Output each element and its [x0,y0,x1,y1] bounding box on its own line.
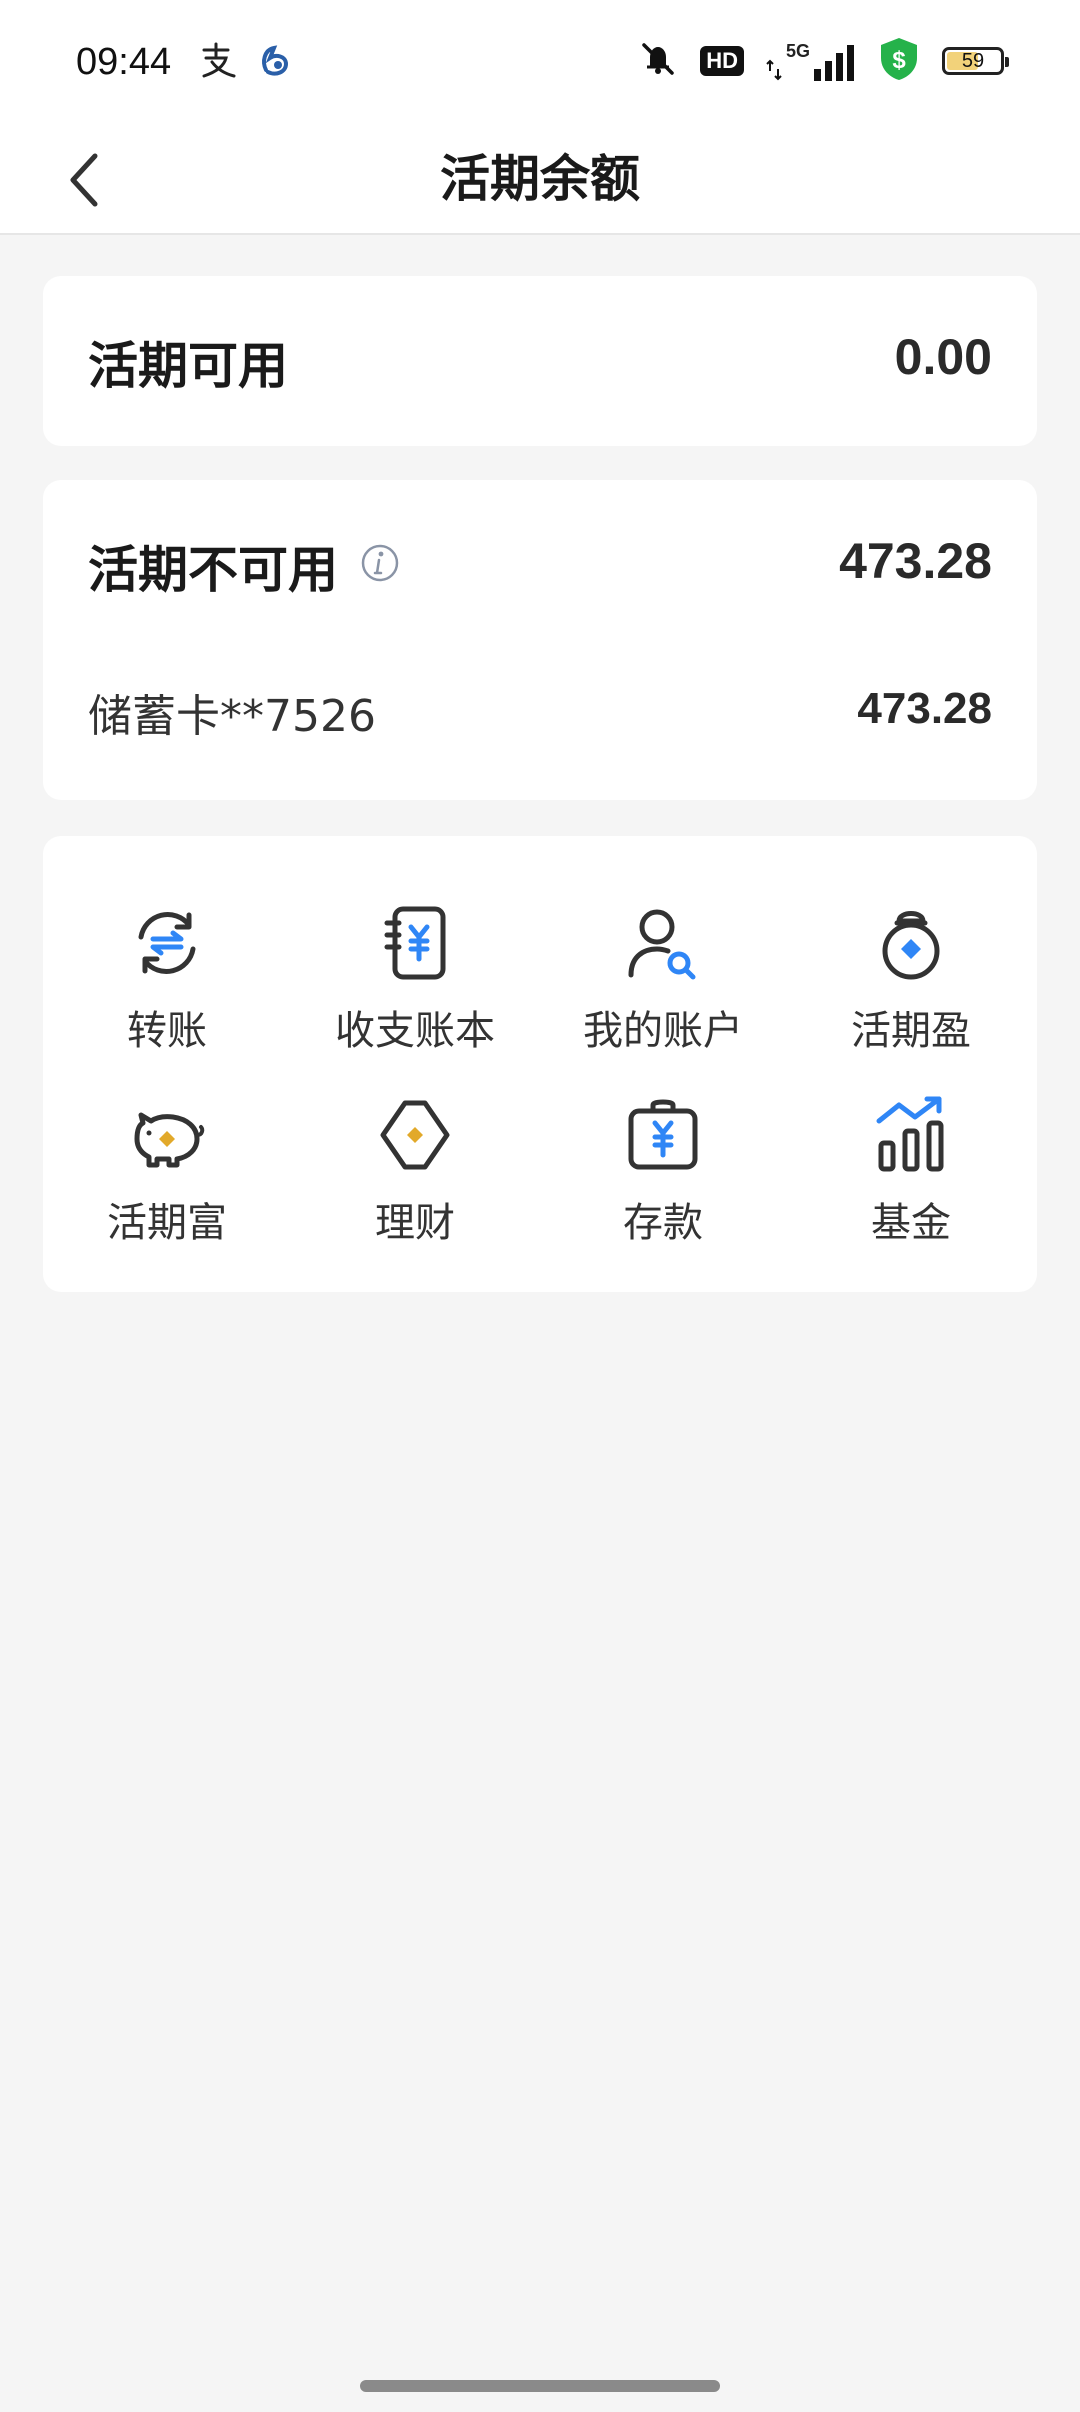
service-label: 基金 [871,1200,951,1246]
available-label: 活期可用 [88,337,288,395]
bank-app-icon [256,40,296,84]
battery-icon: 59 [942,47,1009,75]
status-bar: 09:44 HD 5G $ 59 [0,0,1080,125]
chevron-left-icon [70,153,98,207]
available-amount: 0.00 [894,329,992,385]
deposit-bag-icon [618,1090,708,1180]
page-title: 活期余额 [440,150,640,208]
service-label: 我的账户 [583,1008,743,1054]
signal-5g-icon: 5G [766,41,856,81]
nav-bar: 活期余额 [0,125,1080,235]
service-licai[interactable]: 理财 [291,1090,539,1270]
home-indicator[interactable] [360,2380,720,2392]
service-label: 转账 [127,1008,207,1054]
network-label: 5G [785,41,810,61]
account-amount: 473.28 [857,684,992,733]
available-balance-card: 活期可用 0.00 [43,276,1037,446]
service-fund[interactable]: 基金 [787,1090,1035,1270]
account-name: 储蓄卡**7526 [88,691,376,742]
ledger-icon [370,898,460,988]
unavailable-balance-card: 活期不可用 473.28 储蓄卡**7526 473.28 [43,480,1037,800]
unavailable-label: 活期不可用 [88,541,338,599]
service-label: 活期富 [107,1200,227,1246]
service-transfer[interactable]: 转账 [43,898,291,1078]
money-bag-icon [866,898,956,988]
service-my-account[interactable]: 我的账户 [539,898,787,1078]
service-huoqifu[interactable]: 活期富 [43,1090,291,1270]
service-ledger[interactable]: 收支账本 [291,898,539,1078]
security-shield-icon: $ [878,36,920,86]
svg-text:$: $ [892,47,906,74]
mute-bell-icon [638,39,678,83]
wealth-diamond-icon [370,1090,460,1180]
battery-cap [1005,57,1009,67]
status-right-icons: HD 5G $ 59 [638,36,1009,86]
back-button[interactable] [50,145,120,215]
alipay-icon [198,40,238,84]
service-deposit[interactable]: 存款 [539,1090,787,1270]
status-app-icons [198,40,296,84]
service-label: 存款 [623,1200,703,1246]
battery-level: 59 [961,49,985,72]
transfer-icon [122,898,212,988]
piggy-bank-icon [122,1090,212,1180]
fund-chart-icon [866,1090,956,1180]
service-label: 理财 [375,1200,455,1246]
unavailable-amount: 473.28 [839,533,992,589]
service-label: 活期盈 [851,1008,971,1054]
status-time: 09:44 [76,41,172,83]
services-card: 转账 收支账本 我的账户 活期盈 活期富 理财 存款 基金 [43,836,1037,1292]
service-huoqiying[interactable]: 活期盈 [787,898,1035,1078]
service-label: 收支账本 [335,1008,495,1054]
info-icon[interactable] [361,544,399,582]
account-search-icon [618,898,708,988]
hd-badge: HD [700,46,744,76]
